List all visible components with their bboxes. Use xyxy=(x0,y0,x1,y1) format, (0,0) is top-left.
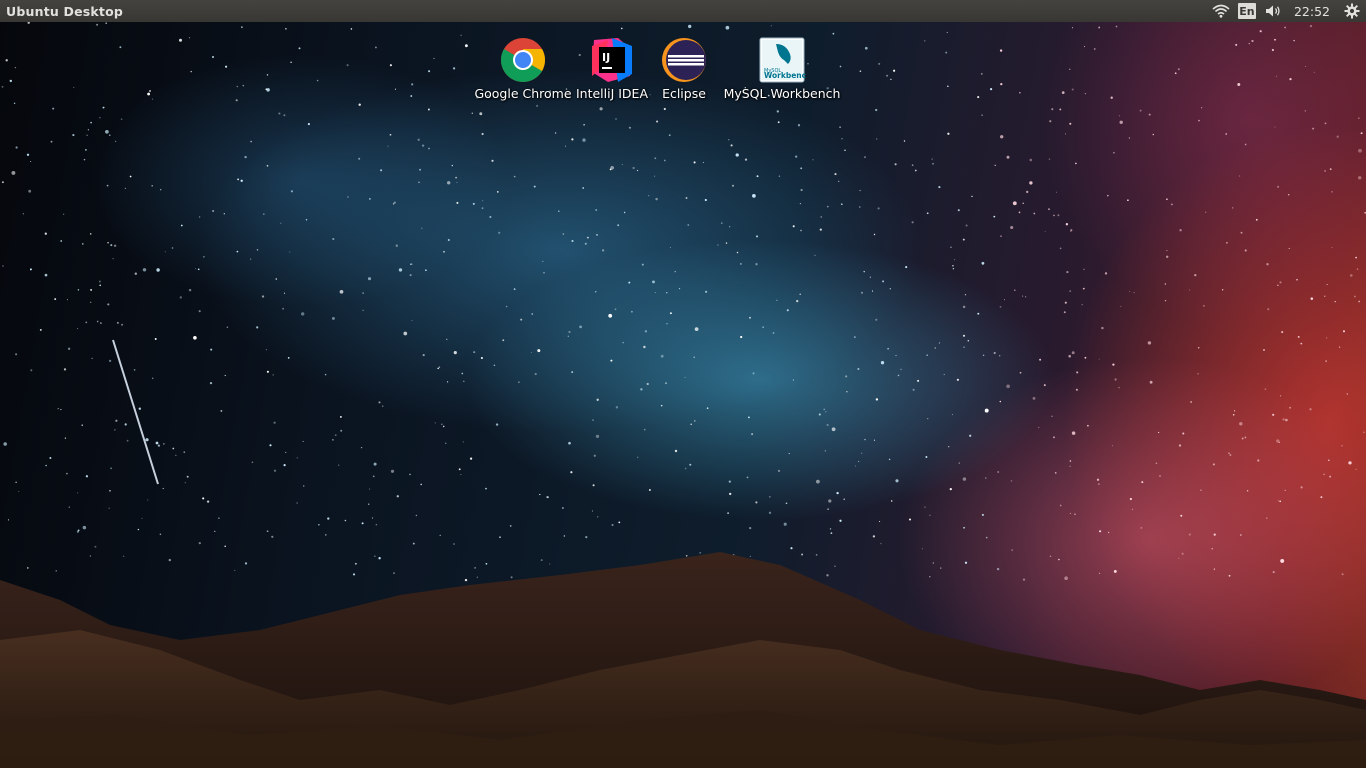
mysql-icon-text: Workbench xyxy=(764,71,806,80)
desktop-icon-intellij-idea[interactable]: IJ IntelliJ IDEA xyxy=(574,36,650,101)
eclipse-icon xyxy=(662,38,706,82)
desktop-icon-label: Google Chrome xyxy=(474,86,572,101)
indicator-area: En 22:52 xyxy=(1210,0,1366,22)
window-title: Ubuntu Desktop xyxy=(6,3,124,19)
desktop-icon-eclipse[interactable]: Eclipse xyxy=(656,36,712,101)
clock[interactable]: 22:52 xyxy=(1294,0,1330,22)
wallpaper-mountains xyxy=(0,339,1366,768)
desktop-icon-google-chrome[interactable]: Google Chrome xyxy=(474,36,572,101)
desktop-wallpaper xyxy=(0,0,1366,768)
gear-icon[interactable] xyxy=(1342,0,1362,22)
language-indicator[interactable]: En xyxy=(1237,3,1256,19)
intellij-icon: IJ xyxy=(592,38,632,82)
wifi-icon[interactable] xyxy=(1210,0,1232,22)
mysql-workbench-icon: MySQL Workbench xyxy=(759,37,806,83)
desktop-icon-mysql-workbench[interactable]: MySQL Workbench MySQL Workbench xyxy=(724,36,840,101)
chrome-icon xyxy=(501,38,545,82)
svg-text:IJ: IJ xyxy=(602,51,610,64)
top-panel: Ubuntu Desktop En 22:52 xyxy=(0,0,1366,22)
volume-icon[interactable] xyxy=(1264,0,1284,22)
desktop-icon-label: Eclipse xyxy=(662,86,706,101)
desktop-icon-label: MySQL Workbench xyxy=(723,86,841,101)
desktop-icon-label: IntelliJ IDEA xyxy=(575,86,649,101)
